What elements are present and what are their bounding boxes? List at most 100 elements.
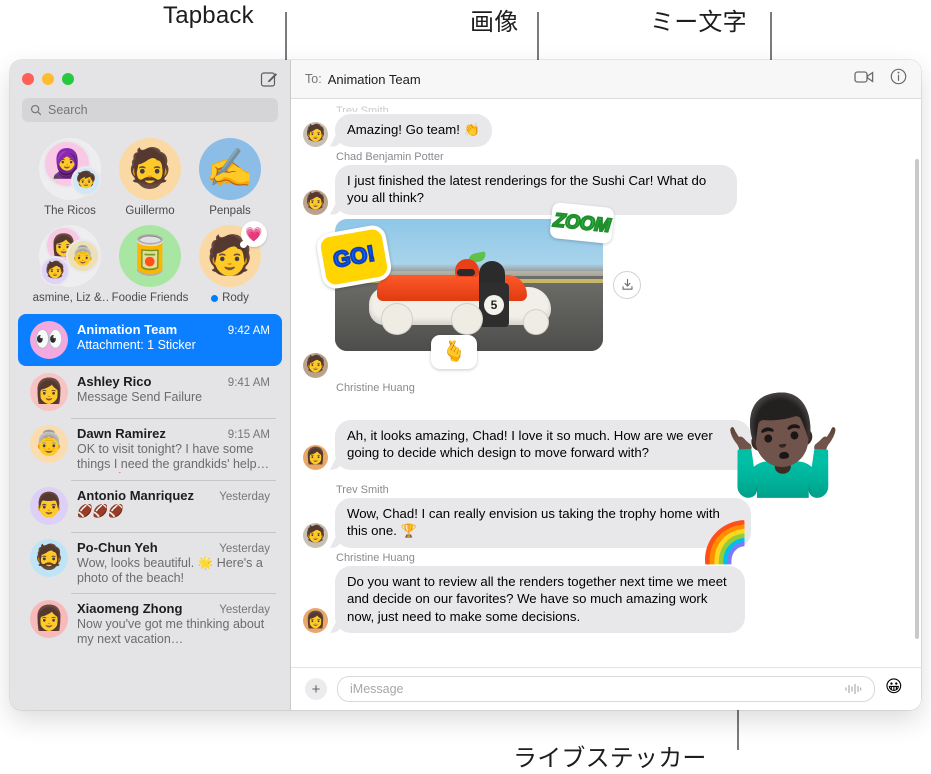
conversation-name: Antonio Manriquez [77, 487, 194, 503]
emoji-smiley-icon[interactable]: 😀 [885, 678, 907, 700]
audio-waveform-icon[interactable] [844, 683, 862, 695]
pinned-item-rody[interactable]: 🧑 💗 Rody [192, 221, 268, 304]
message-bubble[interactable]: Wow, Chad! I can really envision us taki… [335, 497, 751, 548]
pinned-item-jasmine-liz[interactable]: 👩 👵 🧑 Jasmine, Liz &… [32, 225, 108, 304]
avatar: 👩 [303, 608, 328, 634]
plus-icon[interactable]: + [305, 678, 327, 700]
avatar: 🧑 [303, 121, 328, 147]
thread-scrollbar[interactable] [915, 159, 919, 639]
pinned-item-the-ricos[interactable]: 🧕 🧒 The Ricos [32, 138, 108, 217]
pinned-item-label: Jasmine, Liz &… [32, 292, 108, 304]
conversation-row-po-chun-yeh[interactable]: 🧔 Po-Chun Yeh Yesterday Wow, looks beaut… [18, 531, 282, 594]
zoom-button[interactable] [62, 73, 74, 85]
avatar: 🧔 [119, 138, 181, 200]
thread-header: To: Animation Team [291, 60, 921, 99]
search-container: Search [10, 98, 290, 132]
message-row[interactable]: 🧑 Amazing! Go team! 👏 [303, 114, 907, 147]
annotation-image: 画像 [470, 9, 519, 36]
conversation-preview: Attachment: 1 Sticker [77, 338, 196, 352]
search-placeholder: Search [48, 103, 88, 117]
message-sender: Christine Huang [336, 551, 415, 564]
divider [71, 531, 276, 532]
rainbow-live-sticker: 🌈 [700, 521, 750, 565]
go-sticker[interactable]: GO! [314, 222, 394, 291]
photo-attachment[interactable]: 5 GO! ZOOM 🫰 [314, 201, 615, 369]
conversation-list[interactable]: 👀 Animation Team 9:42 AM Attachment: 1 S… [10, 314, 290, 710]
conversation-row-dawn-ramirez[interactable]: 👵 Dawn Ramirez 9:15 AM OK to visit tonig… [18, 418, 282, 480]
conversation-name: Dawn Ramirez [77, 426, 166, 441]
annotation-memoji: ミー文字 [650, 9, 747, 36]
conversation-preview: 🏈🏈🏈 [77, 503, 124, 518]
canned-food-icon: 🥫 [119, 225, 181, 287]
window-controls[interactable] [22, 73, 74, 85]
minimize-button[interactable] [42, 73, 54, 85]
sushi-car-illustration: 5 [363, 250, 563, 335]
conversation-row-ashley-rico[interactable]: 👩 Ashley Rico 9:41 AM Message Send Failu… [18, 366, 282, 418]
imessage-input[interactable]: iMessage [337, 676, 875, 702]
compose-icon[interactable] [260, 70, 278, 88]
avatar: 👵 [66, 239, 100, 273]
message-row-photo-avatar: 🧑 [303, 352, 907, 378]
message-thread: To: Animation Team Trev Smith 🧑 Amazing!… [291, 60, 921, 710]
conversation-time: Yesterday [219, 542, 270, 555]
pinned-item-label: Rody [211, 292, 249, 304]
sidebar: Search 🧕 🧒 The Ricos 🧔 Guillermo ✍️ Penp… [10, 60, 291, 710]
recipient-name[interactable]: Animation Team [328, 72, 421, 87]
message-bubble[interactable]: Amazing! Go team! 👏 [335, 114, 492, 147]
pinned-item-label: The Ricos [44, 205, 96, 217]
pinned-item-guillermo[interactable]: 🧔 Guillermo [112, 138, 188, 217]
avatar: 👀 [30, 321, 68, 359]
avatar-group: 👩 👵 🧑 [39, 225, 101, 287]
message-bubble[interactable]: Do you want to review all the renders to… [335, 565, 745, 634]
avatar: 👨 [30, 486, 68, 525]
conversation-time: 9:41 AM [227, 377, 270, 389]
divider [71, 418, 276, 419]
avatar: 🧑 [40, 256, 70, 286]
conversation-name: Xiaomeng Zhong [77, 601, 183, 616]
tapback-heart-badge[interactable]: 💗 [240, 221, 267, 248]
conversation-row-animation-team[interactable]: 👀 Animation Team 9:42 AM Attachment: 1 S… [18, 314, 282, 366]
pinned-item-penpals[interactable]: ✍️ Penpals [192, 138, 268, 217]
avatar: 🧑 [303, 189, 328, 215]
search-icon [30, 104, 42, 116]
conversation-time: 9:42 AM [227, 325, 270, 337]
message-bubble[interactable]: I just finished the latest renderings fo… [335, 164, 737, 215]
avatar: 🧒 [71, 166, 101, 196]
conversation-time: Yesterday [219, 490, 270, 503]
conversation-name: Ashley Rico [77, 374, 152, 389]
writing-hand-icon: ✍️ [199, 138, 261, 200]
conversation-preview: OK to visit tonight? I have some things … [77, 442, 257, 472]
conversation-row-xiaomeng-zhong[interactable]: 👩 Xiaomeng Zhong Yesterday Now you've go… [18, 593, 282, 655]
pinned-conversations: 🧕 🧒 The Ricos 🧔 Guillermo ✍️ Penpals 👩 👵… [10, 132, 290, 314]
close-button[interactable] [22, 73, 34, 85]
avatar: 👵 [30, 425, 68, 463]
conversation-row-antonio-manriquez[interactable]: 👨 Antonio Manriquez Yesterday 🏈🏈🏈 [18, 479, 282, 532]
download-icon[interactable] [613, 270, 641, 299]
search-input[interactable]: Search [22, 98, 278, 122]
message-row[interactable]: 👩 Do you want to review all the renders … [303, 565, 907, 634]
avatar-group: 🧕 🧒 [39, 138, 101, 200]
messages-window: Search 🧕 🧒 The Ricos 🧔 Guillermo ✍️ Penp… [10, 60, 921, 710]
message-bubble[interactable]: Ah, it looks amazing, Chad! I love it so… [335, 419, 751, 470]
avatar: 🧑 [303, 522, 328, 548]
info-icon[interactable] [890, 68, 907, 90]
messages-scroll-area[interactable]: Trev Smith 🧑 Amazing! Go team! 👏 Chad Be… [291, 99, 921, 667]
conversation-time: Yesterday [219, 604, 270, 616]
message-sender: Chad Benjamin Potter [336, 150, 444, 163]
zoom-sticker[interactable]: ZOOM [549, 201, 615, 244]
message-row-photo[interactable]: 5 GO! ZOOM 🫰 [314, 201, 907, 369]
conversation-time: 9:15 AM [227, 429, 270, 441]
pinned-item-foodie-friends[interactable]: 🥫 Foodie Friends [112, 225, 188, 304]
conversation-preview: Now you've got me thinking about my next… [77, 617, 265, 647]
car-number: 5 [484, 294, 504, 315]
conversation-preview: Message Send Failure [77, 390, 203, 404]
divider [71, 479, 276, 480]
memoji-sticker: 🤷🏿‍♂️ [723, 392, 843, 499]
avatar: 🧔 [30, 538, 68, 577]
pinned-item-label: Foodie Friends [112, 292, 188, 304]
annotation-live-sticker: ライブステッカー [513, 745, 707, 772]
divider [71, 593, 276, 594]
conversation-preview: Wow, looks beautiful. 🌟 Here's a photo o… [77, 555, 263, 585]
heart-icon: 💗 [245, 226, 263, 242]
video-camera-icon[interactable] [854, 70, 874, 89]
